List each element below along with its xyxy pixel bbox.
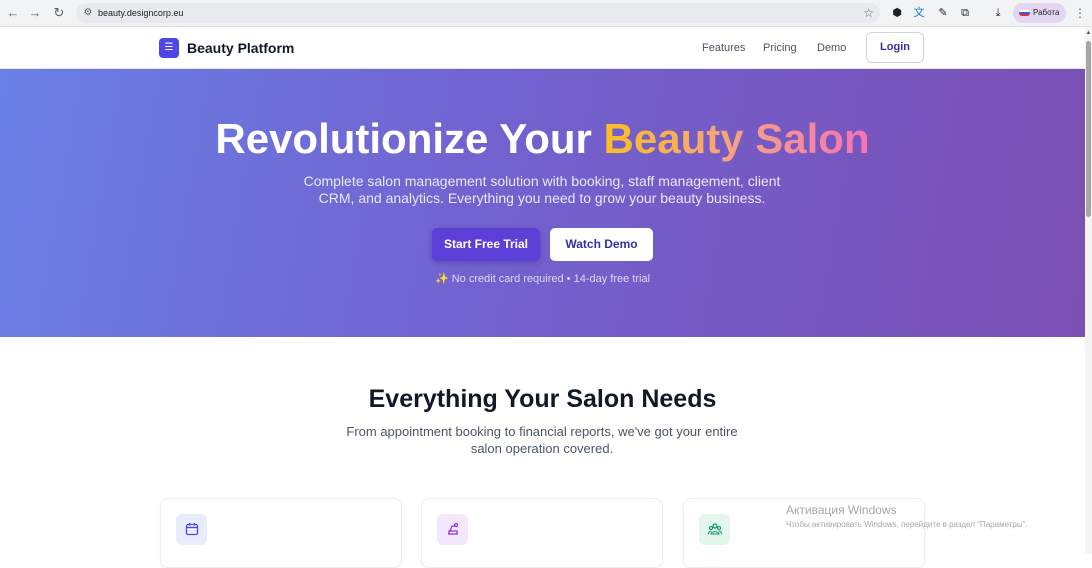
feature-card-staff[interactable] [421, 498, 663, 568]
hero-subtitle: Complete salon management solution with … [303, 173, 781, 206]
page-scrollbar[interactable]: ▲ [1085, 27, 1092, 554]
profile-flag-icon [1019, 10, 1030, 16]
windows-activation-subtitle: Чтобы активировать Windows, перейдите в … [786, 520, 1028, 529]
features-subtitle: From appointment booking to financial re… [346, 424, 738, 456]
brand-name[interactable]: Beauty Platform [187, 39, 294, 57]
profile-chip[interactable]: Работа [1013, 3, 1066, 23]
profile-label: Работа [1033, 8, 1060, 17]
salon-chair-icon [437, 514, 468, 545]
pen-icon[interactable]: ✎ [935, 5, 951, 21]
browser-toolbar: ← → ↻ ⚙ beauty.designcorp.eu ☆ ⬢ 文 ✎ ⧉ ⤓… [0, 0, 1092, 27]
windows-activation-title: Активация Windows [786, 503, 897, 517]
menu-icon[interactable]: ⋮ [1073, 4, 1087, 22]
features-title: Everything Your Salon Needs [368, 385, 717, 413]
feature-card-booking[interactable] [160, 498, 402, 568]
hero-title-highlight: Beauty Salon [603, 115, 870, 162]
site-settings-icon[interactable]: ⚙ [82, 6, 94, 20]
hero-title: Revolutionize Your Beauty Salon [0, 114, 1085, 164]
back-icon[interactable]: ← [4, 4, 22, 22]
url-text[interactable]: beauty.designcorp.eu [98, 6, 183, 20]
extension-icon[interactable]: ⬢ [889, 5, 905, 21]
nav-features[interactable]: Features [702, 41, 745, 55]
login-button[interactable]: Login [866, 32, 924, 63]
site-header: ☰ Beauty Platform Features Pricing Demo … [0, 27, 1085, 69]
calendar-icon [176, 514, 207, 545]
address-bar[interactable]: ⚙ beauty.designcorp.eu ☆ [76, 3, 880, 23]
start-free-trial-button[interactable]: Start Free Trial [432, 228, 540, 261]
hero-note: ✨ No credit card required • 14-day free … [434, 273, 651, 285]
scroll-up-icon[interactable]: ▲ [1085, 29, 1092, 37]
nav-pricing[interactable]: Pricing [763, 41, 797, 55]
translate-icon[interactable]: 文 [911, 5, 927, 21]
watch-demo-button[interactable]: Watch Demo [550, 228, 653, 261]
hero-section: Revolutionize Your Beauty Salon Complete… [0, 69, 1085, 337]
bookmark-star-icon[interactable]: ☆ [863, 5, 874, 21]
forward-icon[interactable]: → [26, 4, 44, 22]
nav-demo[interactable]: Demo [817, 41, 846, 55]
scroll-thumb[interactable] [1086, 41, 1091, 217]
download-icon[interactable]: ⤓ [990, 5, 1006, 21]
team-icon [699, 514, 730, 545]
hero-title-plain: Revolutionize Your [215, 115, 592, 162]
reload-icon[interactable]: ↻ [50, 4, 68, 22]
puzzle-icon[interactable]: ⧉ [957, 5, 973, 21]
logo-icon[interactable]: ☰ [159, 38, 179, 58]
